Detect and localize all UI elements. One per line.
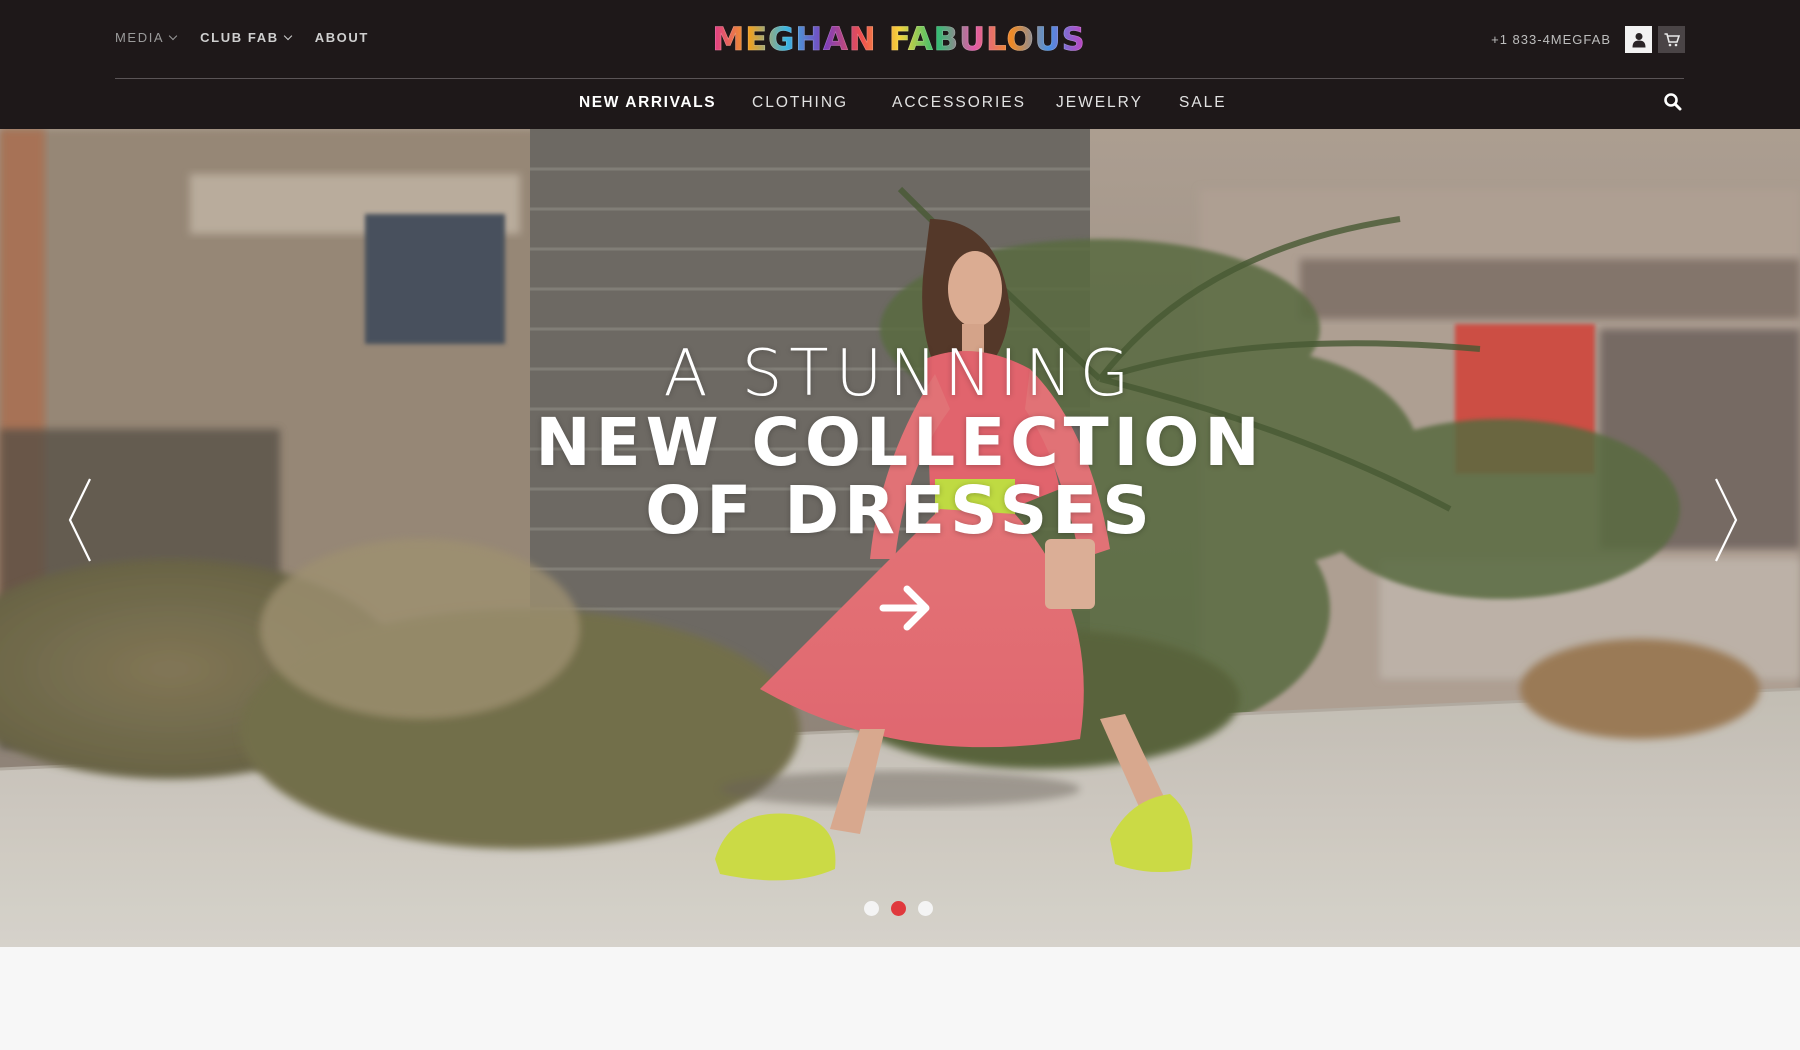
hero-cta-button[interactable] [877,579,935,637]
util-link-about[interactable]: ABOUT [315,30,369,45]
brand-logo[interactable]: MEGHAN FABULOUS [712,18,1086,60]
slider-dot-2[interactable] [891,901,906,916]
hero-line-3: OF DRESSES [645,472,1155,549]
search-icon [1664,93,1682,111]
util-link-media[interactable]: MEDIA [115,30,178,45]
hero-line-1: A STUNNING [663,337,1137,411]
slider-dot-1[interactable] [864,901,879,916]
site-header: MEDIA CLUB FAB ABOUT MEGHAN FABULOUS +1 … [0,0,1800,129]
search-button[interactable] [1662,91,1684,113]
nav-item-new-arrivals[interactable]: NEW ARRIVALS [579,90,716,116]
hero-line-2: NEW COLLECTION [535,404,1265,481]
cart-button[interactable] [1658,26,1685,53]
nav-item-jewelry[interactable]: JEWELRY [1056,90,1143,116]
chevron-left-icon [68,478,91,562]
slider-dot-3[interactable] [918,901,933,916]
utility-nav: MEDIA CLUB FAB ABOUT [115,30,393,45]
main-nav: NEW ARRIVALS CLOTHING ACCESSORIES JEWELR… [0,90,1800,116]
account-button[interactable] [1625,26,1652,53]
hero-slider: A STUNNING NEW COLLECTION OF DRESSES [0,129,1800,947]
util-link-club-fab[interactable]: CLUB FAB [200,30,292,45]
cart-icon [1664,32,1680,46]
chevron-down-icon [283,31,292,40]
header-divider [115,78,1684,79]
user-icon [1632,32,1645,47]
chevron-down-icon [168,31,178,40]
content-area [0,947,1800,1050]
slider-prev-button[interactable] [66,477,96,563]
util-link-label: CLUB FAB [200,30,279,45]
arrow-right-icon [879,585,930,631]
util-link-label: MEDIA [115,30,165,45]
hero-headline: A STUNNING NEW COLLECTION OF DRESSES [0,339,1800,545]
nav-item-clothing[interactable]: CLOTHING [752,90,848,116]
nav-item-accessories[interactable]: ACCESSORIES [892,90,1026,116]
slider-next-button[interactable] [1710,477,1740,563]
chevron-right-icon [1715,478,1738,562]
slider-pagination [864,901,933,916]
util-link-label: ABOUT [314,30,369,45]
phone-number[interactable]: +1 833-4MEGFAB [1491,32,1611,47]
header-actions: +1 833-4MEGFAB [1491,26,1685,53]
nav-item-sale[interactable]: SALE [1179,90,1227,116]
